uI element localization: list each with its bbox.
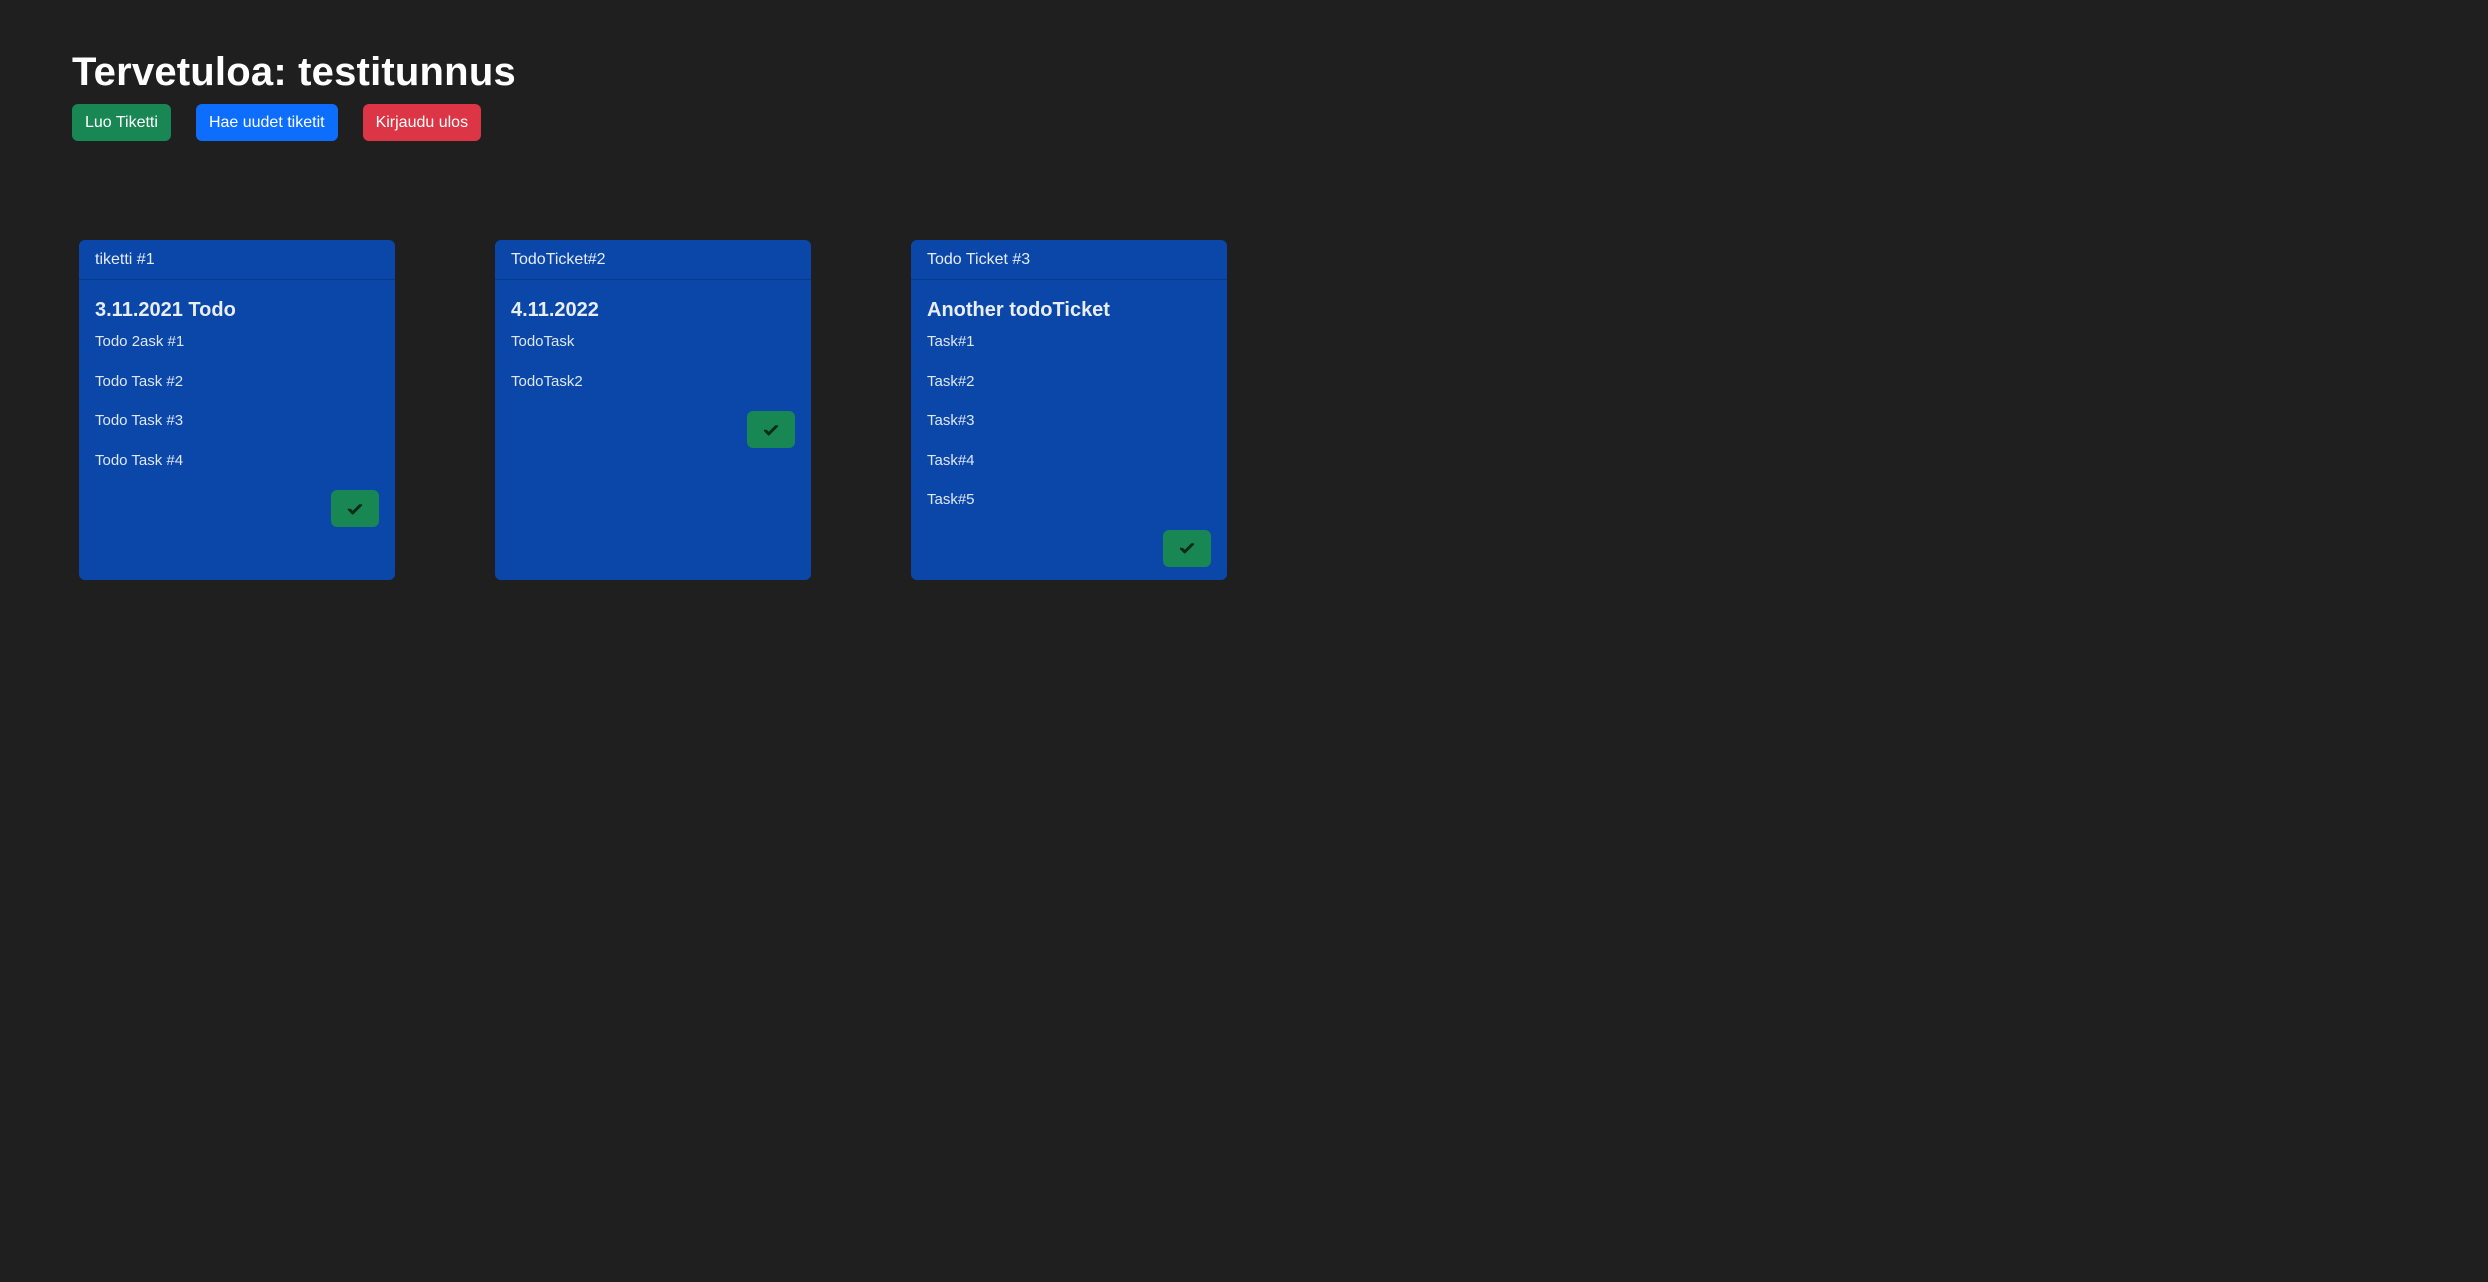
check-icon xyxy=(347,503,363,515)
task-item: Task#1 xyxy=(927,333,975,350)
ticket-body: Another todoTicket Task#1 Task#2 Task#3 … xyxy=(911,280,1227,567)
create-ticket-button[interactable]: Luo Tiketti xyxy=(72,104,171,141)
task-item: Task#3 xyxy=(927,412,975,430)
task-item: Task#4 xyxy=(927,451,975,469)
fetch-tickets-button[interactable]: Hae uudet tiketit xyxy=(195,104,338,141)
ticket-card: Todo Ticket #3 Another todoTicket Task#1… xyxy=(911,240,1227,580)
check-icon xyxy=(1179,543,1195,554)
ticket-list: tiketti #1 3.11.2021 Todo Todo 2ask #1 T… xyxy=(79,240,1227,580)
ticket-card: tiketti #1 3.11.2021 Todo Todo 2ask #1 T… xyxy=(79,240,395,580)
mark-done-button[interactable] xyxy=(1163,529,1211,567)
ticket-body: 4.11.2022 TodoTask TodoTask2 xyxy=(495,280,811,449)
ticket-title: 4.11.2022 xyxy=(511,299,599,321)
action-buttons: Luo Tiketti Hae uudet tiketit Kirjaudu u… xyxy=(72,104,516,141)
done-row xyxy=(95,490,379,528)
ticket-card: TodoTicket#2 4.11.2022 TodoTask TodoTask… xyxy=(495,240,811,580)
ticket-header: TodoTicket#2 xyxy=(495,240,811,280)
page-header: Tervetuloa: testitunnus Luo Tiketti Hae … xyxy=(72,48,516,141)
check-icon xyxy=(763,424,779,436)
task-item: Todo 2ask #1 xyxy=(95,333,185,350)
task-list: Task#1 Task#2 Task#3 Task#4 Task#5 xyxy=(927,332,1211,510)
task-list: Todo 2ask #1 Todo Task #2 Todo Task #3 T… xyxy=(95,332,379,471)
mark-done-button[interactable] xyxy=(747,411,795,449)
task-item: Todo Task #3 xyxy=(95,412,184,430)
task-item: Todo Task #2 xyxy=(95,372,184,390)
task-item: Task#5 xyxy=(927,491,975,509)
logout-button[interactable]: Kirjaudu ulos xyxy=(362,104,482,141)
task-item: Task#2 xyxy=(927,372,975,390)
done-row xyxy=(511,411,795,449)
task-item: TodoTask xyxy=(511,333,575,350)
done-row xyxy=(927,529,1211,567)
task-item: TodoTask2 xyxy=(511,372,583,390)
ticket-body: 3.11.2021 Todo Todo 2ask #1 Todo Task #2… xyxy=(79,280,395,528)
ticket-title: 3.11.2021 Todo xyxy=(95,299,236,321)
task-list: TodoTask TodoTask2 xyxy=(511,332,795,392)
ticket-title: Another todoTicket xyxy=(927,299,1110,321)
page-title: Tervetuloa: testitunnus xyxy=(72,50,516,94)
ticket-header: Todo Ticket #3 xyxy=(911,240,1227,280)
mark-done-button[interactable] xyxy=(331,490,379,528)
task-item: Todo Task #4 xyxy=(95,451,184,469)
ticket-header: tiketti #1 xyxy=(79,240,395,280)
